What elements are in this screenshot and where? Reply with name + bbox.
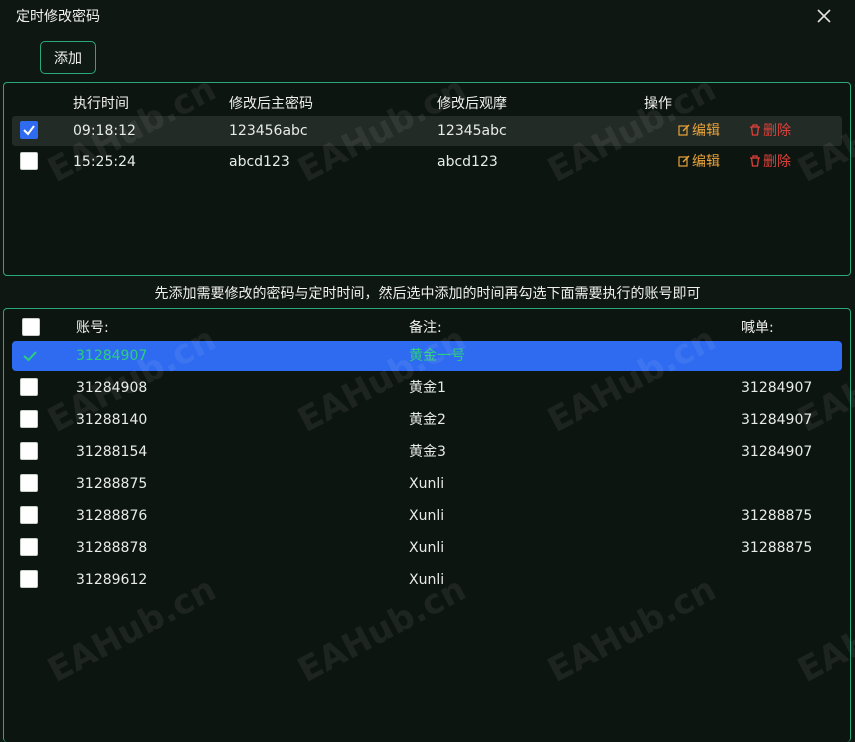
- account-remark: Xunli: [409, 508, 445, 524]
- master-password: 123456abc: [229, 123, 308, 139]
- row-checkbox[interactable]: [20, 474, 38, 492]
- account-shout: 31284907: [741, 412, 813, 428]
- account-shout: 31288875: [741, 508, 813, 524]
- edit-label: 编辑: [692, 123, 720, 139]
- edit-icon: [678, 155, 690, 167]
- col-time: 执行时间: [73, 96, 129, 112]
- account-number: 31284908: [76, 380, 148, 396]
- col-ops: 操作: [644, 96, 672, 112]
- account-shout: 31284907: [741, 444, 813, 460]
- row-checkbox[interactable]: [20, 152, 38, 170]
- account-row[interactable]: 31288876 Xunli 31288875: [12, 501, 842, 531]
- account-number: 31288878: [76, 540, 148, 556]
- row-checkbox[interactable]: [20, 506, 38, 524]
- edit-button[interactable]: 编辑: [678, 147, 720, 177]
- title-bar: 定时修改密码: [0, 0, 855, 34]
- edit-label: 编辑: [692, 154, 720, 170]
- col-investor-password: 修改后观摩: [437, 96, 507, 112]
- account-number: 31284907: [76, 348, 148, 364]
- account-row[interactable]: 31288878 Xunli 31288875: [12, 533, 842, 563]
- account-number: 31288876: [76, 508, 148, 524]
- account-remark: Xunli: [409, 476, 445, 492]
- exec-time: 09:18:12: [73, 123, 136, 139]
- account-remark: Xunli: [409, 540, 445, 556]
- account-number: 31288154: [76, 444, 148, 460]
- exec-time: 15:25:24: [73, 154, 136, 170]
- add-button[interactable]: 添加: [40, 41, 96, 74]
- account-remark: 黄金一号: [409, 348, 465, 364]
- delete-button[interactable]: 删除: [749, 116, 791, 146]
- account-shout: 31288875: [741, 540, 813, 556]
- instruction-text: 先添加需要修改的密码与定时时间，然后选中添加的时间再勾选下面需要执行的账号即可: [154, 286, 701, 302]
- delete-button[interactable]: 删除: [749, 147, 791, 177]
- row-checkbox[interactable]: [20, 570, 38, 588]
- account-remark: Xunli: [409, 572, 445, 588]
- account-row[interactable]: 31289612 Xunli: [12, 565, 842, 595]
- col-master-password: 修改后主密码: [229, 96, 313, 112]
- row-checkbox[interactable]: [20, 538, 38, 556]
- account-number: 31289612: [76, 572, 148, 588]
- schedule-table: 执行时间 修改后主密码 修改后观摩 操作 09:18:12 123456abc …: [3, 82, 851, 276]
- delete-label: 删除: [763, 154, 791, 170]
- account-row[interactable]: 31284907 黄金一号: [12, 341, 842, 371]
- row-checkbox[interactable]: [20, 442, 38, 460]
- trash-icon: [750, 155, 760, 167]
- schedule-row[interactable]: 09:18:12 123456abc 12345abc 编辑 删除: [12, 116, 842, 146]
- investor-password: abcd123: [437, 154, 498, 170]
- accounts-header: 账号: 备注: 喊单:: [12, 313, 842, 343]
- edit-icon: [678, 124, 690, 136]
- account-row[interactable]: 31288154 黄金3 31284907: [12, 437, 842, 467]
- account-remark: 黄金3: [409, 444, 446, 460]
- master-password: abcd123: [229, 154, 290, 170]
- account-row[interactable]: 31288140 黄金2 31284907: [12, 405, 842, 435]
- col-account: 账号:: [76, 320, 109, 336]
- window-title: 定时修改密码: [16, 9, 100, 25]
- row-checkbox[interactable]: [20, 410, 38, 428]
- account-number: 31288875: [76, 476, 148, 492]
- schedule-row[interactable]: 15:25:24 abcd123 abcd123 编辑 删除: [12, 147, 842, 177]
- account-shout: 31284907: [741, 380, 813, 396]
- col-remark: 备注:: [409, 320, 442, 336]
- account-number: 31288140: [76, 412, 148, 428]
- row-checkbox[interactable]: [20, 378, 38, 396]
- select-all-checkbox[interactable]: [22, 318, 40, 336]
- close-icon[interactable]: [815, 7, 833, 25]
- account-remark: 黄金1: [409, 380, 446, 396]
- accounts-table: 账号: 备注: 喊单: 31284907 黄金一号 31284908 黄金1 3…: [3, 308, 851, 742]
- investor-password: 12345abc: [437, 123, 507, 139]
- account-row[interactable]: 31288875 Xunli: [12, 469, 842, 499]
- trash-icon: [750, 124, 760, 136]
- check-icon[interactable]: [22, 348, 40, 366]
- account-remark: 黄金2: [409, 412, 446, 428]
- row-checkbox[interactable]: [20, 121, 38, 139]
- account-row[interactable]: 31284908 黄金1 31284907: [12, 373, 842, 403]
- edit-button[interactable]: 编辑: [678, 116, 720, 146]
- col-shout: 喊单:: [741, 320, 774, 336]
- delete-label: 删除: [763, 123, 791, 139]
- schedule-header: 执行时间 修改后主密码 修改后观摩 操作: [12, 89, 842, 119]
